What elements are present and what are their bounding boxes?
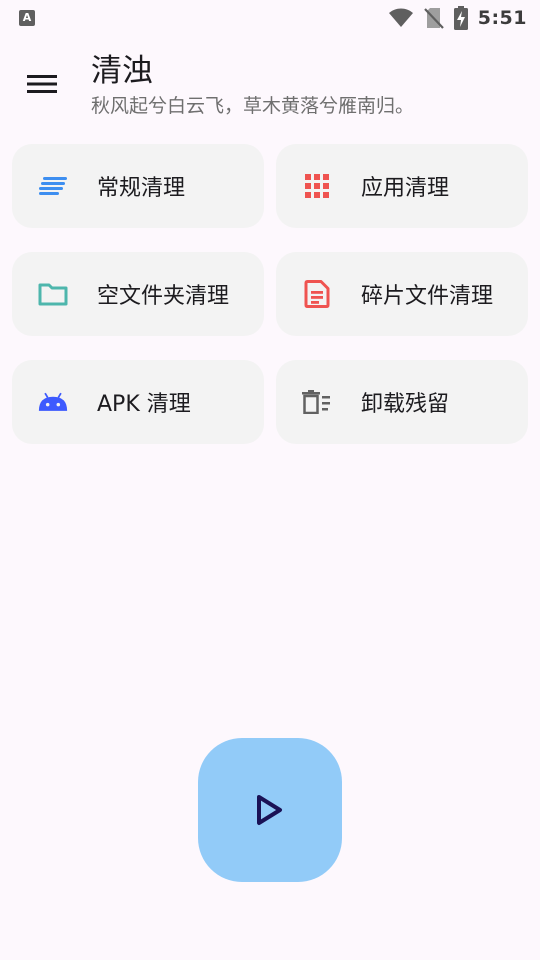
card-app-clean[interactable]: 应用清理 [276,144,528,228]
battery-charging-icon [453,6,468,30]
card-label: 应用清理 [361,176,450,201]
menu-icon [27,75,57,93]
card-apk-clean[interactable]: APK 清理 [12,360,264,444]
card-label: 碎片文件清理 [361,284,494,309]
card-general-clean[interactable]: 常规清理 [12,144,264,228]
no-sim-icon [423,8,444,29]
status-bar: A 5:51 [0,0,540,36]
document-icon [302,279,332,309]
menu-button[interactable] [22,64,62,104]
app-subtitle: 秋风起兮白云飞，草木黄落兮雁南归。 [91,95,415,117]
android-icon [38,387,68,417]
status-time: 5:51 [477,7,527,29]
play-icon [257,795,282,825]
card-fragment-file-clean[interactable]: 碎片文件清理 [276,252,528,336]
status-icons: 5:51 [388,6,527,30]
app-title: 清浊 [91,53,153,89]
card-uninstall-residue[interactable]: 卸载残留 [276,360,528,444]
card-empty-folder-clean[interactable]: 空文件夹清理 [12,252,264,336]
general-clean-icon [38,171,68,201]
folder-icon [38,279,68,309]
trash-list-icon [302,387,332,417]
card-label: 卸载残留 [361,392,450,417]
wifi-icon [388,8,413,27]
card-label: APK 清理 [97,392,191,417]
app-grid-icon [302,171,332,201]
card-label: 常规清理 [97,176,186,201]
notification-app-icon: A [19,10,35,26]
start-clean-fab[interactable] [198,738,342,882]
card-label: 空文件夹清理 [97,284,230,309]
